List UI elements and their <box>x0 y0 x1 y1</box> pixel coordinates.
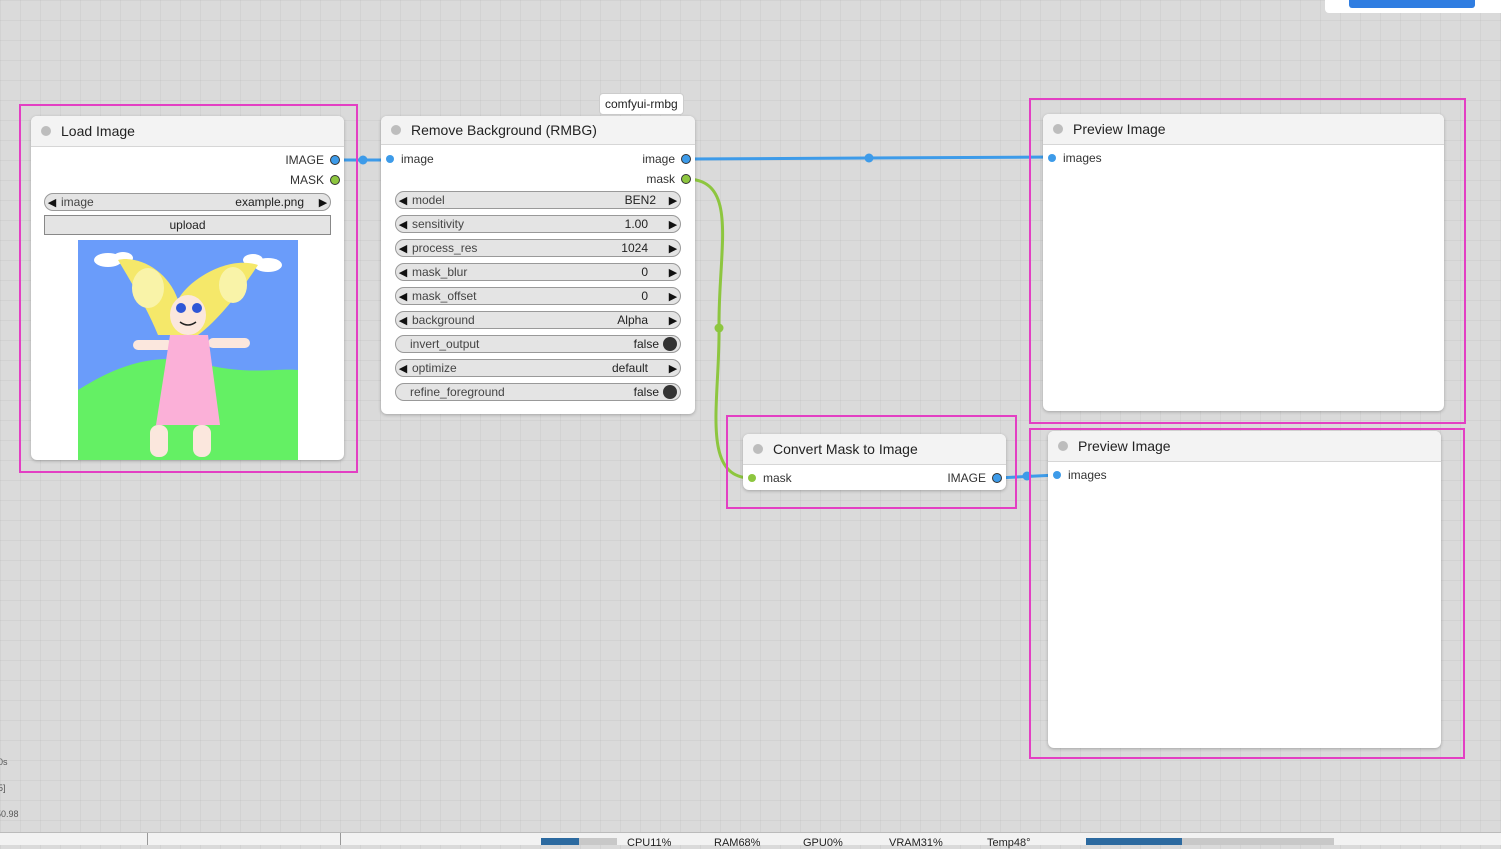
output-dot-icon[interactable] <box>681 174 691 184</box>
slot-label: image <box>642 152 675 166</box>
link-midpoint <box>714 323 724 333</box>
toggle-knob-icon[interactable] <box>663 385 677 399</box>
temp-stat: Temp48° <box>987 837 1031 849</box>
gpu-stat: GPU0% <box>803 837 843 849</box>
divider <box>147 833 148 845</box>
widget-label: model <box>412 193 445 207</box>
arrow-left-icon[interactable]: ◀ <box>396 362 410 375</box>
side-stat-line: 50.98 <box>0 809 19 819</box>
link-midpoint <box>864 153 874 163</box>
widget-model[interactable]: ◀ model BEN2 ▶ <box>395 191 681 209</box>
arrow-right-icon[interactable]: ▶ <box>666 194 680 207</box>
output-slot-image[interactable]: image <box>642 152 691 166</box>
preview-top-highlight <box>1029 98 1466 424</box>
widget-background[interactable]: ◀ background Alpha ▶ <box>395 311 681 329</box>
widget-mask-blur[interactable]: ◀ mask_blur 0 ▶ <box>395 263 681 281</box>
ram-stat: RAM68% <box>714 837 761 849</box>
widget-optimize[interactable]: ◀ optimize default ▶ <box>395 359 681 377</box>
widget-label: mask_blur <box>412 265 468 279</box>
divider <box>340 833 341 845</box>
widget-sensitivity[interactable]: ◀ sensitivity 1.00 ▶ <box>395 215 681 233</box>
rmbg-node[interactable]: Remove Background (RMBG) image image mas… <box>381 116 695 414</box>
preview-bottom-highlight <box>1029 428 1465 759</box>
collapse-dot-icon[interactable] <box>391 125 401 135</box>
widget-label: background <box>412 313 475 327</box>
input-dot-icon[interactable] <box>386 155 394 163</box>
arrow-left-icon[interactable]: ◀ <box>396 266 410 279</box>
node-title-bar[interactable]: Remove Background (RMBG) <box>381 116 695 145</box>
widget-value: false <box>633 385 659 399</box>
arrow-left-icon[interactable]: ◀ <box>396 242 410 255</box>
arrow-right-icon[interactable]: ▶ <box>666 218 680 231</box>
widget-label: invert_output <box>410 337 480 351</box>
widget-value: 0 <box>641 289 648 303</box>
widget-value: default <box>611 361 648 375</box>
side-stat-line: 5] <box>0 783 6 793</box>
widget-invert-output[interactable]: invert_output false <box>395 335 681 353</box>
vram-stat: VRAM31% <box>889 837 943 849</box>
output-dot-icon[interactable] <box>681 154 691 164</box>
arrow-right-icon[interactable]: ▶ <box>666 290 680 303</box>
input-slot-image[interactable]: image <box>386 152 434 166</box>
arrow-right-icon[interactable]: ▶ <box>666 362 680 375</box>
widget-value: Alpha <box>617 313 648 327</box>
widget-process-res[interactable]: ◀ process_res 1024 ▶ <box>395 239 681 257</box>
widget-label: refine_foreground <box>410 385 505 399</box>
widget-value: false <box>633 337 659 351</box>
slot-label: mask <box>646 172 675 186</box>
toggle-knob-icon[interactable] <box>663 337 677 351</box>
widget-label: sensitivity <box>412 217 465 231</box>
group-label[interactable]: comfyui-rmbg <box>599 93 684 115</box>
slot-label: image <box>401 152 434 166</box>
widget-mask-offset[interactable]: ◀ mask_offset 0 ▶ <box>395 287 681 305</box>
widget-value: 1.00 <box>624 217 648 231</box>
load-image-highlight <box>19 104 358 473</box>
widget-label: process_res <box>412 241 478 255</box>
arrow-right-icon[interactable]: ▶ <box>666 242 680 255</box>
widget-value: 1024 <box>621 241 648 255</box>
arrow-left-icon[interactable]: ◀ <box>396 194 410 207</box>
widget-refine-foreground[interactable]: refine_foreground false <box>395 383 681 401</box>
convert-mask-highlight <box>726 415 1017 509</box>
arrow-left-icon[interactable]: ◀ <box>396 290 410 303</box>
node-title: Remove Background (RMBG) <box>411 122 597 138</box>
link-midpoint <box>358 155 368 165</box>
arrow-right-icon[interactable]: ▶ <box>666 314 680 327</box>
widget-label: optimize <box>412 361 457 375</box>
side-stat-line: 0s <box>0 757 8 767</box>
arrow-right-icon[interactable]: ▶ <box>666 266 680 279</box>
output-slot-mask[interactable]: mask <box>646 172 691 186</box>
cpu-stat: CPU11% <box>627 837 672 849</box>
arrow-left-icon[interactable]: ◀ <box>396 218 410 231</box>
widget-value: BEN2 <box>624 193 656 207</box>
widget-value: 0 <box>641 265 648 279</box>
status-bar: CPU11% RAM68% GPU0% VRAM31% Temp48° <box>0 832 1501 849</box>
widget-label: mask_offset <box>412 289 477 303</box>
arrow-left-icon[interactable]: ◀ <box>396 314 410 327</box>
